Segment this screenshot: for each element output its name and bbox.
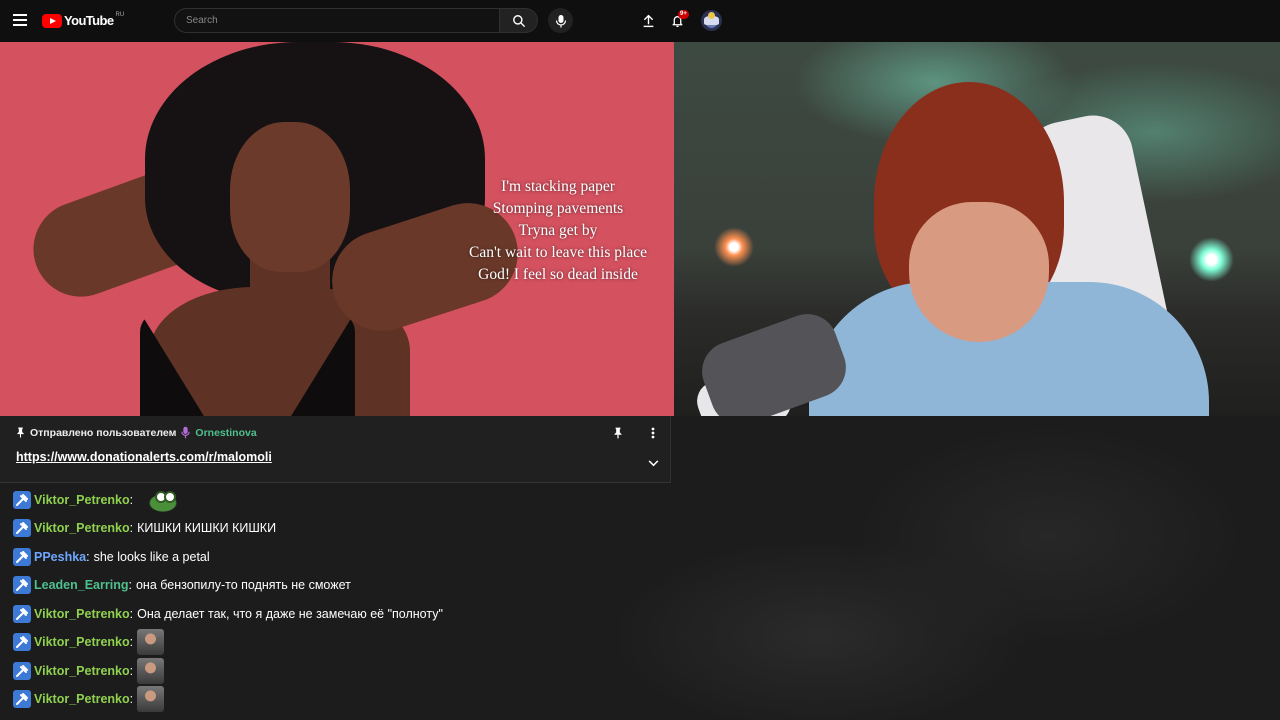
lyric-line: Tryna get by (518, 222, 598, 239)
chat-separator: : (129, 607, 134, 621)
video-figure-face (230, 122, 350, 272)
more-options-button[interactable] (646, 426, 660, 440)
user-badge-icon (13, 690, 31, 708)
chat-username[interactable]: Viktor_Petrenko (34, 521, 130, 535)
chat-text: она бензопилу-то поднять не сможет (135, 578, 351, 592)
chat-message: Viktor_Petrenko: Она делает так, что я да… (13, 603, 443, 625)
chat-username[interactable]: Viktor_Petrenko (34, 607, 130, 621)
user-badge-icon (13, 605, 31, 623)
video-lyrics: I'm stacking paper Stomping pavements Tr… (446, 176, 670, 286)
chat-separator: : (128, 578, 132, 592)
chat-username[interactable]: Viktor_Petrenko (34, 692, 130, 706)
search-button[interactable] (500, 8, 538, 33)
user-badge-icon (13, 633, 31, 651)
more-vert-icon (651, 427, 655, 439)
pin-icon (614, 427, 622, 439)
lamp-light (1189, 237, 1234, 282)
chat-message: PPeshka: she looks like a petal (13, 546, 210, 568)
chat-text: she looks like a petal (93, 550, 210, 564)
pinned-header: Отправлено пользователем Ornestinova (16, 426, 257, 439)
pinned-prefix: Отправлено пользователем (30, 426, 177, 439)
search-icon (512, 14, 525, 27)
voice-search-button[interactable] (548, 8, 573, 33)
man-emote (137, 686, 165, 712)
search-input[interactable] (174, 8, 500, 33)
user-badge-icon (13, 548, 31, 566)
chat-separator: : (129, 493, 134, 507)
chevron-down-icon (648, 459, 658, 466)
chat-message: Leaden_Earring: она бензопилу-то поднять … (13, 574, 351, 596)
chat-message: Viktor_Petrenko: (13, 658, 165, 684)
logo-region: RU (115, 12, 125, 18)
chat-separator: : (129, 635, 134, 649)
chat-username[interactable]: Viktor_Petrenko (34, 635, 130, 649)
logo-text: YouTube (64, 13, 114, 28)
top-bar: YouTube RU 9+ (0, 0, 1280, 42)
user-badge-icon (13, 662, 31, 680)
pin-icon (17, 427, 24, 438)
chat-message: Viktor_Petrenko: (13, 686, 165, 712)
notifications-button[interactable]: 9+ (666, 9, 689, 33)
chat-message: Viktor_Petrenko: КИШКИ КИШКИ КИШКИ (13, 517, 276, 539)
lyric-line: Can't wait to leave this place (469, 244, 647, 261)
lyric-line: I'm stacking paper (501, 178, 615, 195)
mic-icon (555, 14, 566, 27)
chat-message: Viktor_Petrenko: (13, 488, 182, 512)
chat-separator: : (129, 692, 134, 706)
man-emote (137, 629, 165, 655)
user-badge-icon (13, 576, 31, 594)
lyric-line: Stomping pavements (492, 200, 624, 217)
chat-separator: : (86, 550, 90, 564)
chat-separator: : (129, 664, 134, 678)
youtube-play-icon (42, 14, 62, 28)
hamburger-icon[interactable] (13, 14, 27, 26)
user-badge-icon (13, 519, 31, 537)
video-player-left[interactable]: I'm stacking paper Stomping pavements Tr… (0, 42, 674, 416)
chat-text: КИШКИ КИШКИ КИШКИ (137, 521, 277, 535)
notification-badge: 9+ (678, 10, 689, 19)
chat-username[interactable]: Viktor_Petrenko (34, 493, 130, 507)
search-bar (174, 8, 538, 33)
chat-username[interactable]: PPeshka (34, 550, 86, 564)
avatar[interactable] (701, 10, 722, 31)
streamer-face (909, 202, 1049, 342)
chat-username[interactable]: Viktor_Petrenko (34, 664, 130, 678)
user-badge-icon (13, 491, 31, 509)
chat-text: Она делает так, что я даже не замечаю её… (137, 607, 443, 621)
chat-message: Viktor_Petrenko: (13, 629, 165, 655)
mic-icon (181, 426, 191, 439)
pinned-message: Отправлено пользователем Ornestinova htt… (0, 416, 671, 483)
unpin-button[interactable] (611, 426, 625, 440)
youtube-logo[interactable]: YouTube RU (42, 12, 124, 29)
chat-username[interactable]: Leaden_Earring (34, 578, 128, 592)
man-emote (137, 658, 165, 684)
webcam-video[interactable] (674, 42, 1280, 416)
expand-button[interactable] (646, 456, 660, 470)
frog-emote (145, 488, 182, 512)
pinned-link[interactable]: https://www.donationalerts.com/r/malomol… (16, 450, 272, 464)
lyric-line: God! I feel so dead inside (478, 266, 638, 283)
upload-icon (643, 14, 653, 28)
lamp-light (714, 227, 754, 267)
upload-button[interactable] (637, 9, 659, 33)
pinned-user[interactable]: Ornestinova (195, 427, 256, 439)
chat-separator: : (129, 521, 134, 535)
